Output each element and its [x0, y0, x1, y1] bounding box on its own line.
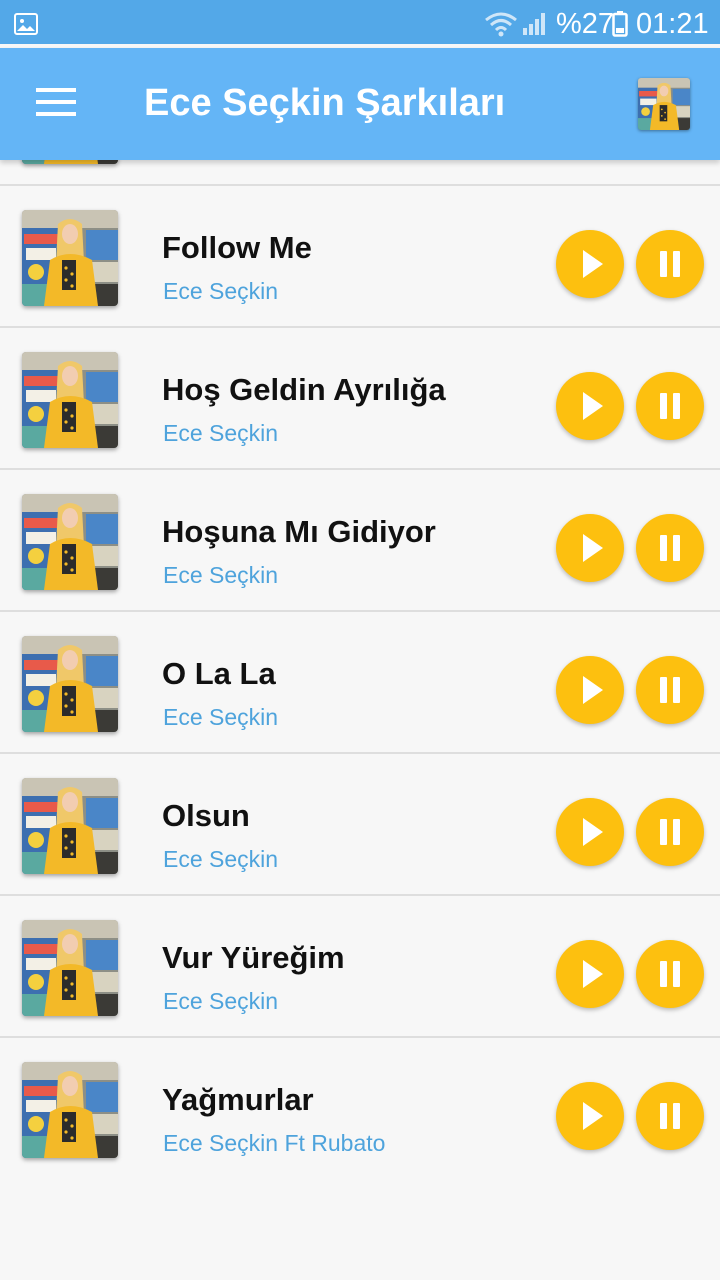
song-artist: Ece Seçkin [163, 278, 279, 304]
song-row[interactable]: Olsun Ece Seçkin [0, 754, 720, 896]
song-row[interactable]: Hoş Geldin Ayrılığa Ece Seçkin [0, 328, 720, 470]
song-thumbnail [22, 1062, 118, 1158]
play-button[interactable] [556, 940, 624, 1008]
song-artist: Ece Seçkin Ft Rubato [163, 1130, 386, 1156]
song-row[interactable]: Vur Yüreğim Ece Seçkin [0, 896, 720, 1038]
song-artist: Ece Seçkin [163, 846, 279, 872]
pause-button[interactable] [636, 514, 704, 582]
song-thumbnail [22, 352, 118, 448]
wifi-icon [484, 10, 518, 43]
artist-avatar[interactable] [638, 78, 690, 130]
song-title: O La La [162, 656, 276, 691]
song-title: Yağmurlar [162, 1082, 314, 1117]
hamburger-menu-icon[interactable] [36, 88, 76, 120]
song-row[interactable]: O La La Ece Seçkin [0, 612, 720, 754]
play-button[interactable] [556, 372, 624, 440]
song-list: Follow Me Ece Seçkin Hoş Geldin Ayrılığa… [0, 44, 720, 1180]
song-title: Follow Me [162, 230, 312, 265]
battery-percent: %27 [556, 8, 615, 40]
play-button[interactable] [556, 1082, 624, 1150]
song-title: Olsun [162, 798, 250, 833]
battery-icon [612, 11, 628, 42]
pause-button[interactable] [636, 798, 704, 866]
clock: 01:21 [636, 8, 709, 40]
play-button[interactable] [556, 514, 624, 582]
pause-button[interactable] [636, 940, 704, 1008]
song-artist: Ece Seçkin [163, 562, 279, 588]
song-artist: Ece Seçkin [163, 420, 279, 446]
play-button[interactable] [556, 656, 624, 724]
pause-button[interactable] [636, 656, 704, 724]
song-title: Hoşuna Mı Gidiyor [162, 514, 436, 549]
song-row[interactable]: Follow Me Ece Seçkin [0, 186, 720, 328]
signal-icon [522, 12, 548, 41]
pause-button[interactable] [636, 1082, 704, 1150]
song-title: Hoş Geldin Ayrılığa [162, 372, 446, 407]
play-button[interactable] [556, 230, 624, 298]
status-bar: %27 01:21 [0, 0, 720, 48]
song-thumbnail [22, 494, 118, 590]
pause-button[interactable] [636, 372, 704, 440]
play-button[interactable] [556, 798, 624, 866]
song-row[interactable]: Yağmurlar Ece Seçkin Ft Rubato [0, 1038, 720, 1180]
song-thumbnail [22, 920, 118, 1016]
song-thumbnail [22, 636, 118, 732]
song-thumbnail [22, 778, 118, 874]
song-artist: Ece Seçkin [163, 704, 279, 730]
gallery-icon [14, 12, 38, 41]
app-title: Ece Seçkin Şarkıları [144, 82, 506, 124]
pause-button[interactable] [636, 230, 704, 298]
song-row[interactable]: Hoşuna Mı Gidiyor Ece Seçkin [0, 470, 720, 612]
song-title: Vur Yüreğim [162, 940, 345, 975]
song-thumbnail [22, 210, 118, 306]
song-artist: Ece Seçkin [163, 988, 279, 1014]
app-bar: Ece Seçkin Şarkıları [0, 48, 720, 160]
